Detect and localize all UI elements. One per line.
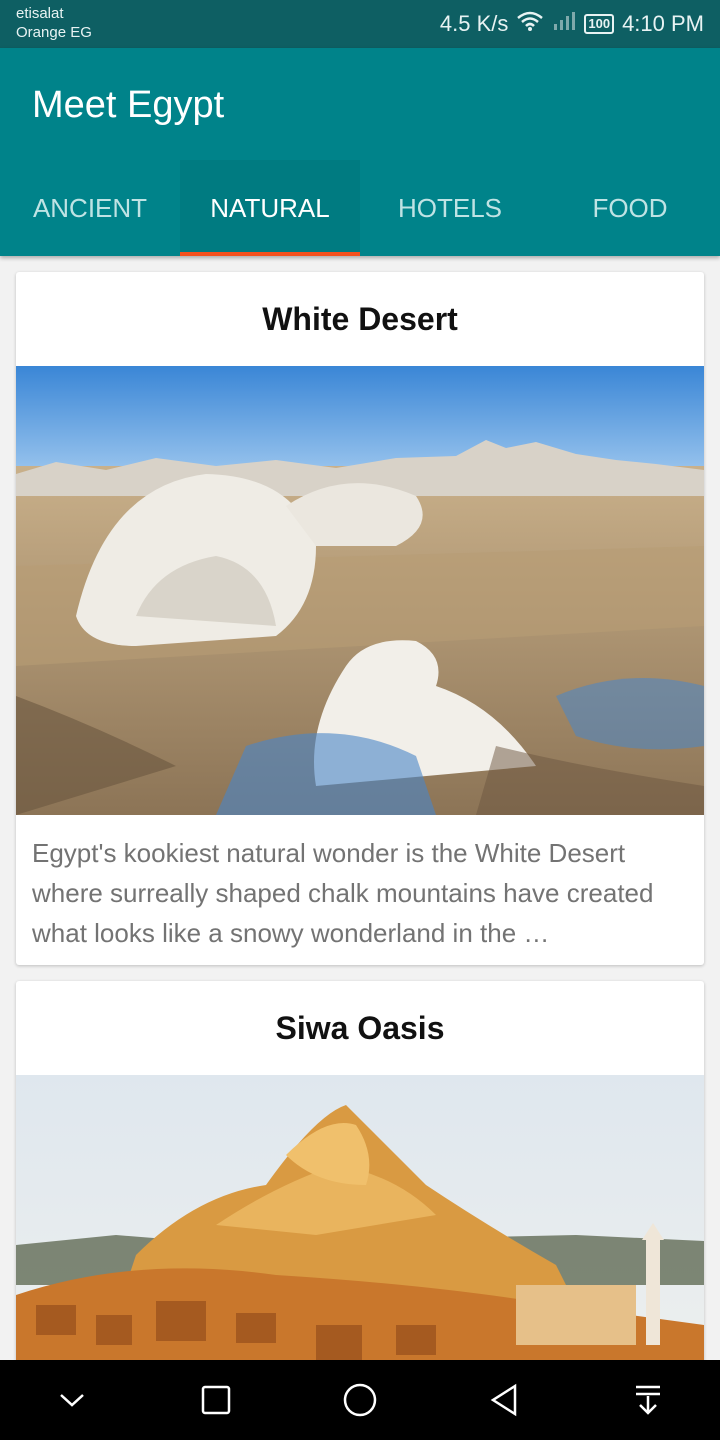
card-title: Siwa Oasis [275,1009,445,1046]
carrier-name-2: Orange EG [16,24,92,41]
carrier-info: etisalat Orange EG [16,4,92,42]
app-title: Meet Egypt [32,84,225,126]
tab-natural[interactable]: NATURAL [180,160,360,256]
back-triangle-icon[interactable] [464,1360,544,1440]
network-speed: 4.5 K/s [439,11,509,36]
tab-food[interactable]: FOOD [540,160,720,256]
battery-icon: 100 [584,14,615,34]
place-card-white-desert[interactable]: White Desert Egypt's kookiest natural wo… [16,272,704,965]
signal-icon [552,10,576,38]
app-bar: Meet Egypt ANCIENT NATURAL HOTELS FOOD [0,48,720,256]
status-indicators: 4.5 K/s 100 4:10 PM [440,10,704,38]
siwa-oasis-photo [16,1075,704,1360]
carrier-name-1: etisalat [16,5,64,22]
place-card-siwa-oasis[interactable]: Siwa Oasis [16,981,704,1360]
circle-icon[interactable] [320,1360,400,1440]
square-icon[interactable] [176,1360,256,1440]
tab-ancient[interactable]: ANCIENT [0,160,180,256]
white-desert-photo [16,366,704,815]
status-bar: etisalat Orange EG 4.5 K/s 100 4:10 PM [0,0,720,48]
wifi-icon [516,10,544,38]
content-list[interactable]: White Desert Egypt's kookiest natural wo… [0,256,720,1360]
system-nav-bar [0,1360,720,1440]
card-description: Egypt's kookiest natural wonder is the W… [32,838,654,948]
chevron-down-icon[interactable] [32,1360,112,1440]
tab-bar: ANCIENT NATURAL HOTELS FOOD [0,160,720,256]
download-icon[interactable] [608,1360,688,1440]
clock: 4:10 PM [622,11,704,36]
tab-hotels[interactable]: HOTELS [360,160,540,256]
card-title: White Desert [262,300,458,337]
